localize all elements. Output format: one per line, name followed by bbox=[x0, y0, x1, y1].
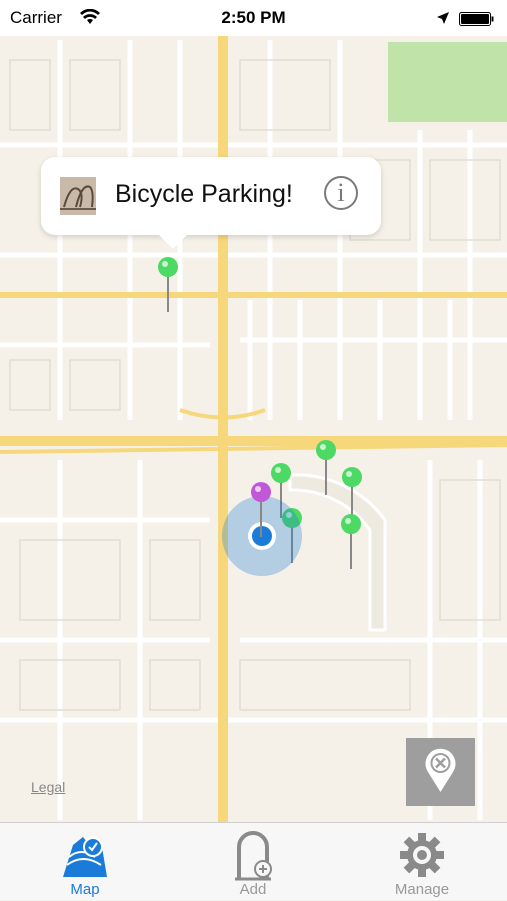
callout-thumbnail bbox=[60, 177, 96, 215]
tab-label-map: Map bbox=[70, 881, 100, 898]
status-bar: Carrier 2:50 PM bbox=[0, 0, 507, 36]
building-outline bbox=[288, 473, 387, 632]
add-bike-rack-icon bbox=[235, 831, 272, 881]
tab-bar: Map Add Manage bbox=[0, 822, 507, 900]
parking-pin[interactable] bbox=[341, 514, 361, 569]
legal-link[interactable]: Legal bbox=[31, 779, 65, 795]
pin-callout[interactable]: Bicycle Parking! i bbox=[41, 157, 381, 249]
remove-pin-button[interactable] bbox=[406, 738, 475, 806]
map-streets bbox=[0, 36, 507, 822]
tab-label-manage: Manage bbox=[394, 881, 450, 898]
tab-label-add: Add bbox=[239, 881, 267, 898]
info-icon[interactable]: i bbox=[324, 176, 358, 210]
location-arrow-icon bbox=[436, 10, 450, 30]
remove-pin-icon bbox=[425, 748, 456, 792]
tab-manage[interactable]: Manage bbox=[362, 823, 482, 901]
tab-map[interactable]: Map bbox=[25, 823, 145, 901]
park-area bbox=[388, 42, 507, 122]
map-pin-icon bbox=[63, 837, 107, 877]
gear-icon bbox=[400, 833, 444, 877]
status-time: 2:50 PM bbox=[221, 8, 286, 27]
map-view[interactable] bbox=[0, 36, 507, 822]
parking-pin[interactable] bbox=[158, 257, 178, 312]
tab-add[interactable]: Add bbox=[193, 823, 313, 901]
callout-title: Bicycle Parking! bbox=[115, 180, 293, 208]
battery-icon bbox=[459, 11, 494, 26]
